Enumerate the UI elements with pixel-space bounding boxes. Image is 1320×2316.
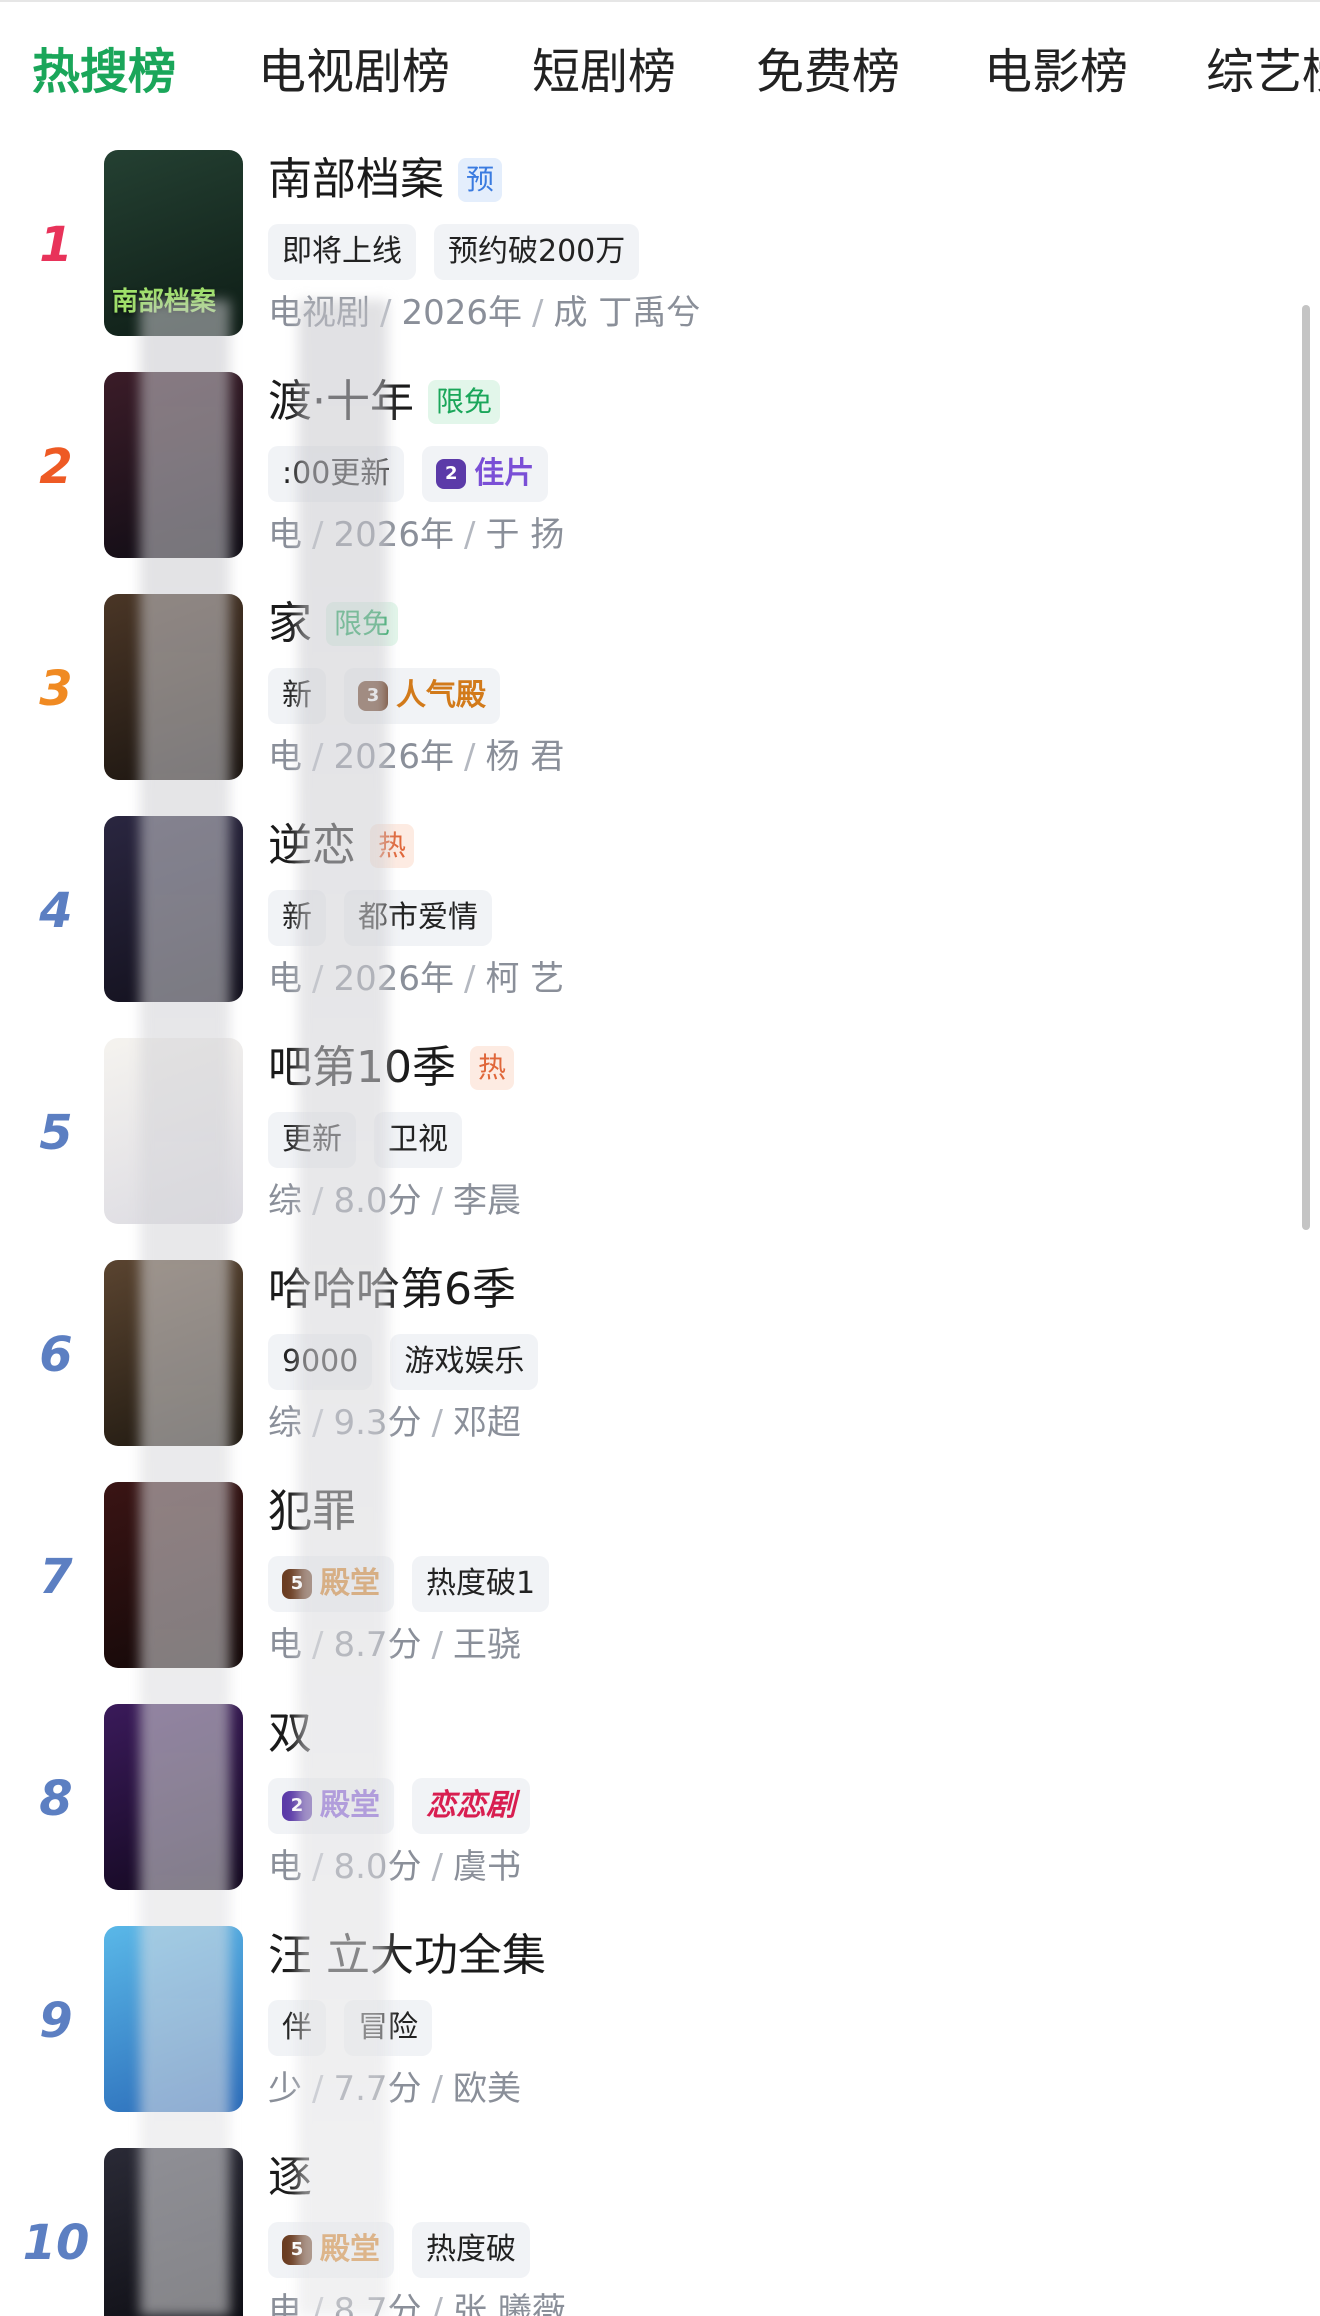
rank-number: 1 <box>39 217 73 273</box>
rank-number: 7 <box>39 1549 73 1605</box>
rank-number: 4 <box>39 883 73 939</box>
scrollbar[interactable] <box>1302 305 1310 1230</box>
meta-value: 电 <box>268 1625 302 1665</box>
show-tag[interactable]: 热度破1 <box>412 1556 550 1612</box>
meta-value: 杨 君 <box>485 737 565 777</box>
rank-medal-icon: 2 <box>436 459 467 489</box>
meta-value: 电 <box>268 2291 302 2316</box>
meta-separator: / <box>431 2069 444 2109</box>
meta-separator: / <box>431 1181 444 1221</box>
meta-separator: / <box>532 293 544 333</box>
meta-value: 2026年 <box>401 293 522 333</box>
rank-number: 10 <box>22 2215 90 2271</box>
tag-label: 卫视 <box>388 1122 448 1157</box>
show-tag[interactable]: 恋恋剧 <box>412 1778 530 1834</box>
show-tag[interactable]: 即将上线 <box>268 224 416 280</box>
status-badge: 预 <box>458 158 503 202</box>
meta-value: 电 <box>268 1847 302 1887</box>
meta-separator: / <box>464 737 476 777</box>
tag-label: 佳片 <box>474 456 535 491</box>
tag-row: 即将上线 预约破200万 <box>268 224 657 280</box>
meta-separator: / <box>431 1403 444 1443</box>
meta-value: 电 <box>268 737 302 777</box>
meta-separator: / <box>464 959 476 999</box>
rank-number: 9 <box>39 1993 73 2049</box>
meta-separator: / <box>431 2291 444 2316</box>
tag-label: 人气殿 <box>396 678 486 713</box>
meta-value: 欧美 <box>453 2069 522 2109</box>
show-tag[interactable]: 游戏娱乐 <box>390 1334 539 1390</box>
meta-value: 邓超 <box>453 1403 522 1443</box>
meta-value: 电 <box>268 959 302 999</box>
meta-value: 综 <box>268 1181 302 1221</box>
show-tag[interactable]: 预约破200万 <box>434 224 640 280</box>
status-badge: 限免 <box>428 380 501 424</box>
title-row: 南部档案预 <box>268 150 503 210</box>
meta-separator: / <box>431 1847 444 1887</box>
meta-value: 张 曦薇 <box>453 2291 566 2316</box>
meta-value: 少 <box>268 2069 302 2109</box>
meta-separator: / <box>464 515 476 555</box>
meta-value: 虞书 <box>453 1847 522 1887</box>
status-badge: 热 <box>470 1046 515 1090</box>
meta-value: 成 丁禹兮 <box>553 293 701 333</box>
meta-value: 柯 艺 <box>485 959 565 999</box>
meta-separator: / <box>431 1625 444 1665</box>
tag-label: 热度破1 <box>426 1566 536 1601</box>
meta-value: 综 <box>268 1403 302 1443</box>
tag-label: 热度破 <box>426 2232 516 2267</box>
tag-label: 预约破200万 <box>448 234 626 269</box>
tag-label: 游戏娱乐 <box>404 1344 525 1379</box>
tag-label: 恋恋剧 <box>426 1788 516 1823</box>
rank-number: 3 <box>39 661 73 717</box>
show-title[interactable]: 南部档案 <box>268 150 444 210</box>
ranking-page: 热搜榜 电视剧榜 短剧榜 免费榜 电影榜 综艺榜 1南部档案南部档案预即将上线预… <box>0 0 1320 2316</box>
rank-number: 6 <box>39 1327 73 1383</box>
meta-value: 李晨 <box>453 1181 522 1221</box>
tag-label: 即将上线 <box>282 234 402 269</box>
rank-number: 2 <box>39 439 73 495</box>
meta-value: 于 扬 <box>485 515 565 555</box>
rank-number: 5 <box>39 1105 73 1161</box>
show-tag[interactable]: 2 佳片 <box>422 446 549 502</box>
privacy-blur-strip <box>140 300 230 2316</box>
show-tag[interactable]: 热度破 <box>412 2222 530 2278</box>
rank-number: 8 <box>39 1771 73 1827</box>
meta-value: 电 <box>268 515 302 555</box>
meta-value: 王骁 <box>453 1625 522 1665</box>
privacy-blur-strip <box>298 300 388 2316</box>
